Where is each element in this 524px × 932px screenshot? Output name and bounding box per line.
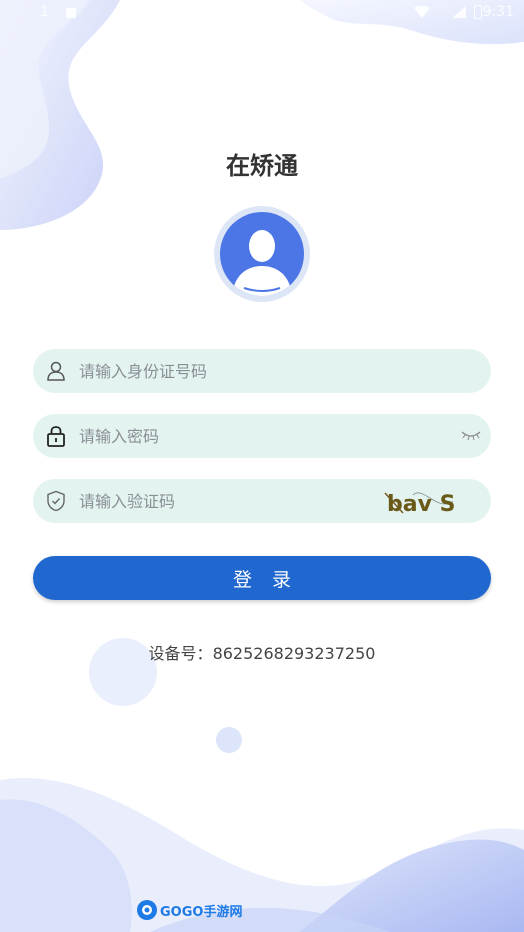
- captcha-text: bav S: [387, 492, 455, 517]
- id-number-field[interactable]: [33, 349, 491, 393]
- password-input[interactable]: [79, 414, 409, 458]
- user-icon: [47, 361, 65, 381]
- gogo-logo-icon: [137, 900, 157, 920]
- status-left-text: 1: [40, 4, 49, 20]
- notification-icon: [66, 8, 76, 18]
- wifi-icon: [414, 6, 430, 18]
- app-title: 在矫通: [226, 152, 298, 180]
- lock-icon: [47, 426, 65, 447]
- device-number: 设备号：8625268293237250: [0, 640, 524, 664]
- background-decoration: [0, 0, 524, 932]
- shield-icon: [47, 490, 65, 512]
- device-number-value: 8625268293237250: [212, 644, 376, 663]
- eye-closed-icon[interactable]: [461, 428, 481, 442]
- signal-icon: [452, 6, 466, 18]
- login-button[interactable]: 登录: [33, 556, 491, 600]
- status-time: 9:31: [482, 4, 514, 20]
- device-number-label: 设备号：: [148, 644, 213, 663]
- id-number-input[interactable]: [79, 349, 409, 393]
- watermark-text: GOGO手游网: [160, 904, 243, 920]
- battery-icon: [474, 5, 482, 19]
- avatar: [214, 206, 310, 302]
- status-bar: 1 9:31: [0, 0, 524, 26]
- captcha-field[interactable]: bav S: [33, 479, 491, 523]
- captcha-input[interactable]: [79, 479, 409, 523]
- password-field[interactable]: [33, 414, 491, 458]
- avatar-silhouette-icon: [220, 212, 304, 296]
- captcha-image[interactable]: bav S: [383, 483, 461, 519]
- watermark-logo: GOGO手游网: [136, 897, 242, 923]
